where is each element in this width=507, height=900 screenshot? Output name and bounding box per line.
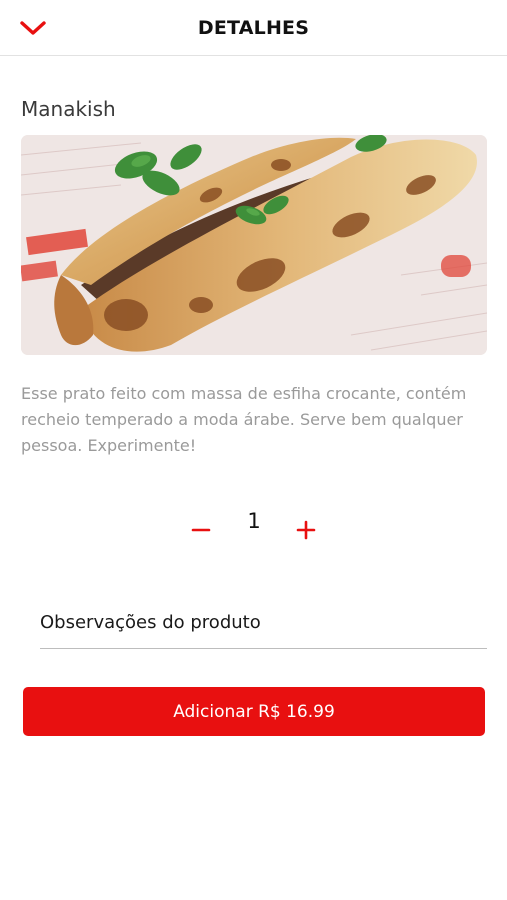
quantity-value: 1	[247, 509, 261, 533]
increase-quantity-button[interactable]	[289, 513, 323, 547]
page-title: DETALHES	[197, 17, 310, 39]
product-image	[21, 135, 487, 355]
product-notes-field[interactable]	[40, 596, 487, 649]
product-name: Manakish	[21, 97, 116, 121]
plus-icon	[296, 520, 316, 540]
product-description: Esse prato feito com massa de esfiha cro…	[21, 384, 467, 455]
minus-icon	[191, 528, 211, 532]
header-bar: DETALHES	[0, 0, 507, 56]
decrease-quantity-button[interactable]	[184, 513, 218, 547]
food-photo-illustration	[21, 135, 487, 355]
product-notes-input[interactable]	[40, 611, 487, 633]
add-to-cart-button[interactable]: Adicionar R$ 16.99	[23, 687, 485, 736]
